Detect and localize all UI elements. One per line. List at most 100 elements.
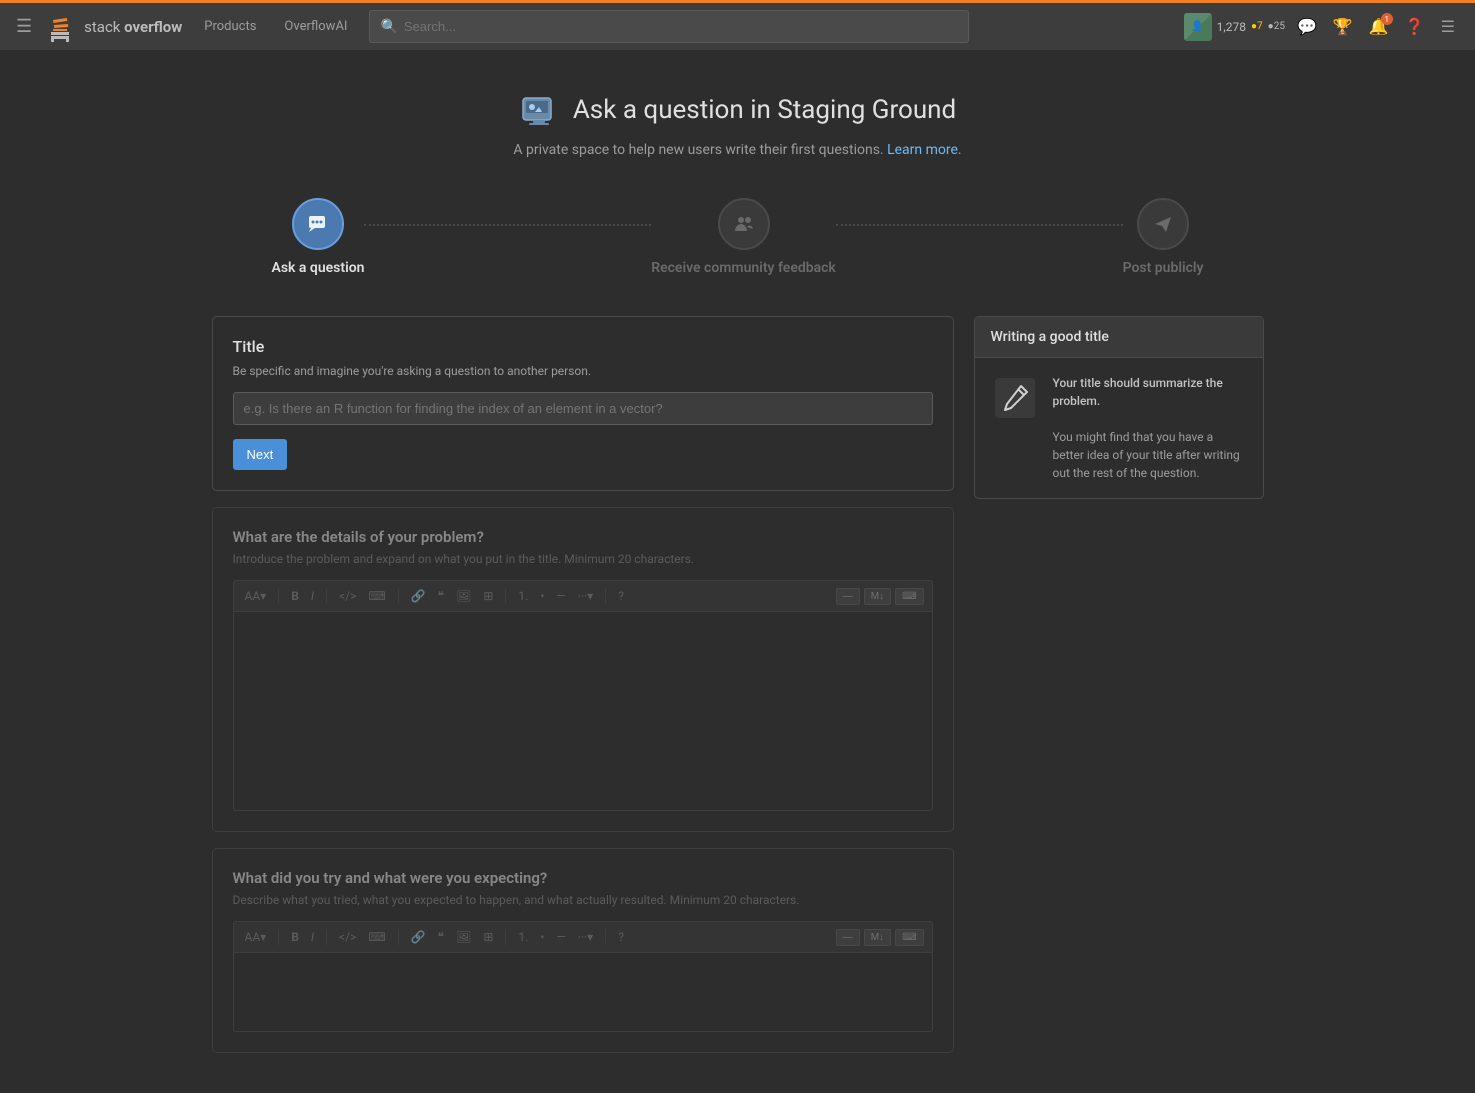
table-btn[interactable]: ⊞ bbox=[480, 587, 496, 605]
problem-card: What are the details of your problem? In… bbox=[212, 507, 954, 832]
try-markdown-btn[interactable]: M↓ bbox=[864, 929, 891, 946]
silver-badge: ●25 bbox=[1268, 21, 1285, 32]
link-btn[interactable]: 🔗 bbox=[408, 587, 429, 605]
try-image-btn[interactable]: 🖼 bbox=[453, 928, 474, 946]
toolbar-right: — M↓ ⌨ bbox=[836, 588, 924, 605]
try-toolbar-div-2 bbox=[326, 929, 327, 945]
problem-editor-area[interactable] bbox=[233, 611, 933, 811]
try-heading: What did you try and what were you expec… bbox=[233, 869, 933, 887]
help-formatting-btn[interactable]: ? bbox=[615, 587, 627, 605]
steps-container: Ask a question Receive community feedbac… bbox=[212, 198, 1264, 276]
try-code-btn[interactable]: </> bbox=[336, 928, 359, 946]
keyboard-btn[interactable]: ⌨ bbox=[895, 588, 923, 605]
step-ask-circle bbox=[292, 198, 344, 250]
step-connector-2 bbox=[836, 224, 1123, 226]
products-link[interactable]: Products bbox=[198, 15, 262, 38]
page-title-block: Ask a question in Staging Ground bbox=[212, 90, 1264, 130]
try-keyboard-btn[interactable]: ⌨ bbox=[895, 929, 923, 946]
sidebar-tip-body: You might find that you have a better id… bbox=[1053, 430, 1240, 480]
navbar: ☰ stack overflow Products OverflowAI 🔍 👤… bbox=[0, 0, 1475, 50]
try-editor-toolbar: AA▾ B I </> ⌨ 🔗 ❝ 🖼 ⊞ 1. • — ···▾ bbox=[233, 921, 933, 952]
try-toolbar-div-3 bbox=[398, 929, 399, 945]
try-toolbar-div-4 bbox=[505, 929, 506, 945]
image-btn[interactable]: 🖼 bbox=[453, 587, 474, 605]
navbar-right: 👤 1,278 ●7 ●25 💬 🏆 🔔 1 ❓ ☰ bbox=[1184, 13, 1459, 41]
title-heading: Title bbox=[233, 337, 933, 356]
try-italic-btn[interactable]: I bbox=[308, 928, 317, 946]
site-logo[interactable]: stack overflow bbox=[48, 12, 182, 42]
sidebar-card: Writing a good title Your title should s… bbox=[974, 316, 1264, 499]
try-toolbar-right: — M↓ ⌨ bbox=[836, 929, 924, 946]
gold-badge: ●7 bbox=[1251, 21, 1263, 32]
try-unordered-list-btn[interactable]: • bbox=[537, 928, 547, 946]
toolbar-div-4 bbox=[505, 588, 506, 604]
inbox-icon[interactable]: 💬 bbox=[1293, 13, 1321, 40]
code-block-btn[interactable]: ⌨ bbox=[365, 587, 388, 605]
staging-ground-icon bbox=[519, 90, 559, 130]
try-help-formatting-btn[interactable]: ? bbox=[615, 928, 627, 946]
toolbar-div-2 bbox=[326, 588, 327, 604]
pencil-icon bbox=[991, 374, 1039, 422]
try-link-btn[interactable]: 🔗 bbox=[408, 928, 429, 946]
title-card: Title Be specific and imagine you're ask… bbox=[212, 316, 954, 491]
try-blockquote-btn[interactable]: ❝ bbox=[435, 928, 447, 946]
step-ask: Ask a question bbox=[272, 198, 365, 276]
font-size-btn[interactable]: AA▾ bbox=[242, 587, 270, 605]
title-hint: Be specific and imagine you're asking a … bbox=[233, 364, 933, 378]
next-button[interactable]: Next bbox=[233, 439, 288, 470]
step-feedback: Receive community feedback bbox=[651, 198, 836, 276]
problem-editor-toolbar: AA▾ B I </> ⌨ 🔗 ❝ 🖼 ⊞ 1. • — ···▾ bbox=[233, 580, 933, 611]
notification-badge: 1 bbox=[1381, 13, 1393, 25]
form-main: Title Be specific and imagine you're ask… bbox=[212, 316, 954, 1053]
step-connector-1 bbox=[364, 224, 651, 226]
title-input[interactable] bbox=[233, 392, 933, 425]
more-icon[interactable]: ☰ bbox=[1437, 13, 1459, 40]
step-feedback-circle bbox=[718, 198, 770, 250]
hamburger-menu[interactable]: ☰ bbox=[16, 16, 32, 37]
horizontal-rule-btn[interactable]: — bbox=[553, 587, 568, 605]
try-bold-btn[interactable]: B bbox=[288, 928, 302, 946]
sidebar-card-body: Your title should summarize the problem.… bbox=[975, 358, 1263, 498]
more-formatting-btn[interactable]: ···▾ bbox=[575, 587, 596, 605]
toolbar-div-3 bbox=[398, 588, 399, 604]
try-font-size-btn[interactable]: AA▾ bbox=[242, 928, 270, 946]
logo-text: stack overflow bbox=[84, 18, 182, 36]
main-content: Ask a question in Staging Ground A priva… bbox=[188, 50, 1288, 1093]
blockquote-btn[interactable]: ❝ bbox=[435, 587, 447, 605]
step-post: Post publicly bbox=[1123, 198, 1204, 276]
search-bar: 🔍 bbox=[369, 10, 969, 43]
help-icon[interactable]: ❓ bbox=[1401, 13, 1429, 40]
markdown-btn[interactable]: M↓ bbox=[864, 588, 891, 605]
user-avatar-info[interactable]: 👤 1,278 ●7 ●25 bbox=[1184, 13, 1285, 41]
achievements-icon[interactable]: 🏆 bbox=[1329, 13, 1357, 40]
step-post-circle bbox=[1137, 198, 1189, 250]
try-table-btn[interactable]: ⊞ bbox=[480, 928, 496, 946]
try-toolbar-div-5 bbox=[605, 929, 606, 945]
search-icon: 🔍 bbox=[380, 19, 397, 35]
overflowai-link[interactable]: OverflowAI bbox=[278, 15, 353, 38]
learn-more-link[interactable]: Learn more. bbox=[887, 142, 962, 158]
toolbar-div-1 bbox=[278, 588, 279, 604]
try-hint: Describe what you tried, what you expect… bbox=[233, 893, 933, 907]
page-subtitle: A private space to help new users write … bbox=[212, 142, 1264, 158]
try-more-formatting-btn[interactable]: ···▾ bbox=[575, 928, 596, 946]
search-input[interactable] bbox=[404, 19, 959, 34]
try-ordered-list-btn[interactable]: 1. bbox=[515, 928, 531, 946]
step-ask-label: Ask a question bbox=[272, 260, 365, 276]
form-sidebar: Writing a good title Your title should s… bbox=[974, 316, 1264, 499]
main-heading: Ask a question in Staging Ground bbox=[573, 95, 956, 125]
avatar: 👤 bbox=[1184, 13, 1212, 41]
try-editor-area[interactable] bbox=[233, 952, 933, 1032]
try-code-block-btn[interactable]: ⌨ bbox=[365, 928, 388, 946]
try-wysiwyg-btn[interactable]: — bbox=[836, 929, 860, 946]
problem-heading: What are the details of your problem? bbox=[233, 528, 933, 546]
form-layout: Title Be specific and imagine you're ask… bbox=[212, 316, 1264, 1053]
wysiwyg-btn[interactable]: — bbox=[836, 588, 860, 605]
bold-btn[interactable]: B bbox=[288, 587, 302, 605]
italic-btn[interactable]: I bbox=[308, 587, 317, 605]
unordered-list-btn[interactable]: • bbox=[537, 587, 547, 605]
notifications-icon[interactable]: 🔔 1 bbox=[1365, 13, 1393, 40]
try-horizontal-rule-btn[interactable]: — bbox=[553, 928, 568, 946]
ordered-list-btn[interactable]: 1. bbox=[515, 587, 531, 605]
code-btn[interactable]: </> bbox=[336, 587, 359, 605]
